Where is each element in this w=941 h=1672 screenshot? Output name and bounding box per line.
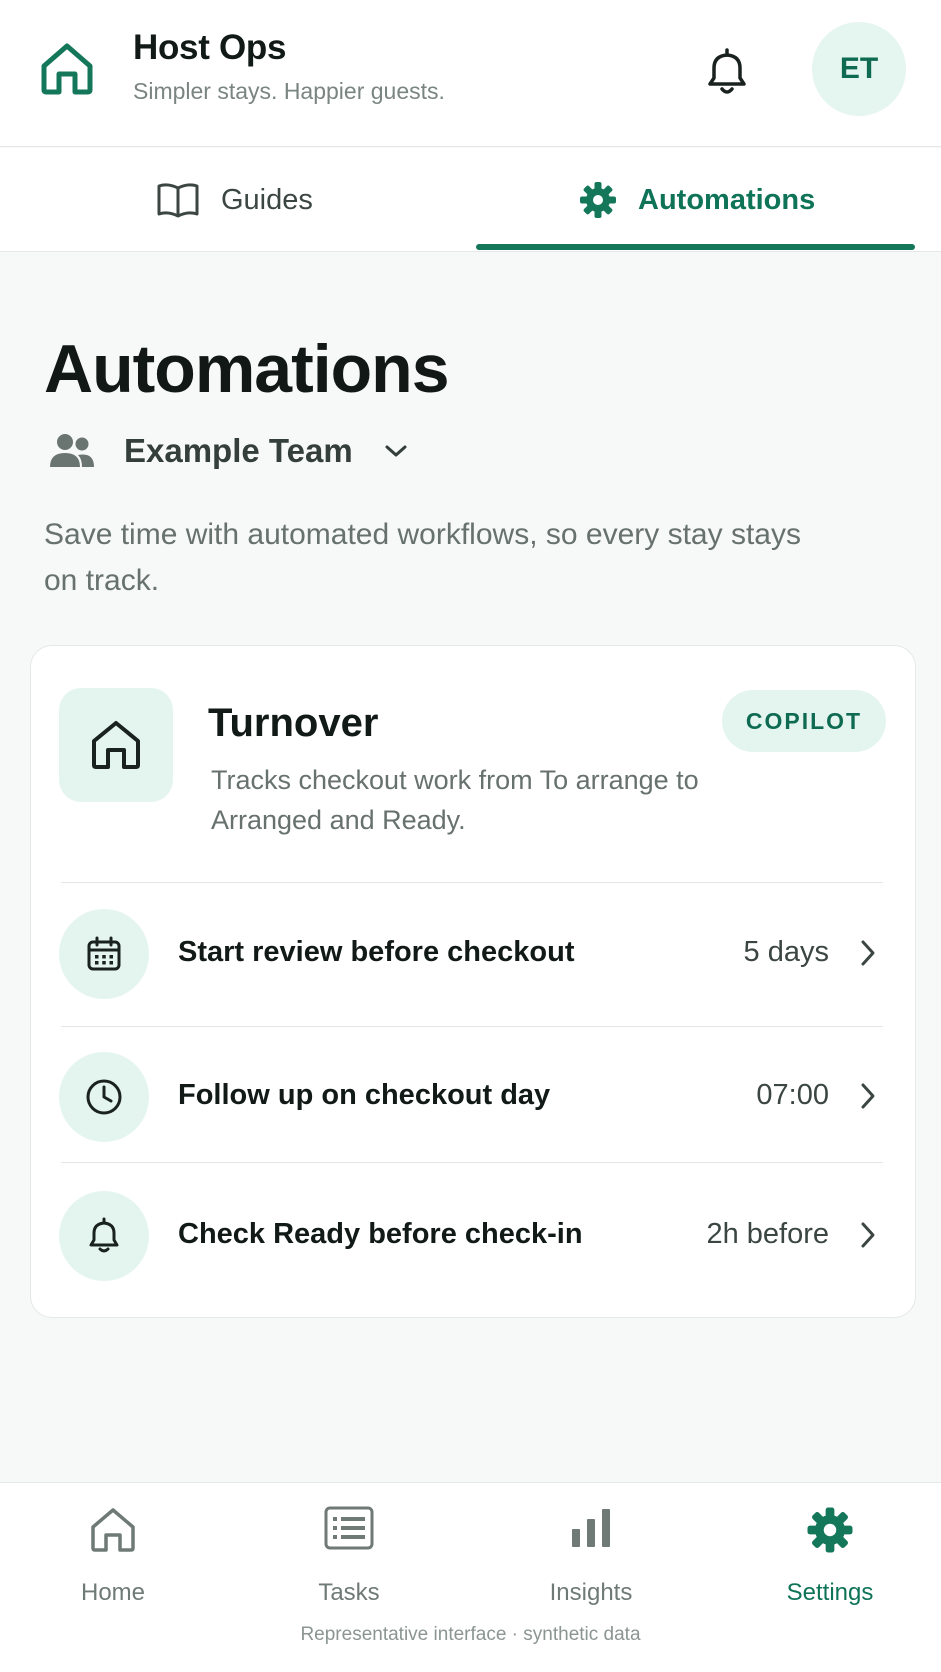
- row-icon-tile: [59, 1052, 149, 1142]
- bell-icon: [89, 1217, 119, 1253]
- row-value: 5 days: [743, 936, 829, 968]
- nav-home[interactable]: Home: [13, 1483, 213, 1606]
- page-title: Automations: [44, 331, 450, 407]
- book-icon: [157, 183, 199, 218]
- nav-settings[interactable]: Settings: [730, 1483, 930, 1606]
- footnote: Representative interface · synthetic dat…: [300, 1624, 641, 1645]
- chevron-right-icon: [861, 940, 875, 966]
- divider: [61, 882, 883, 883]
- tab-guides[interactable]: Guides: [155, 148, 313, 252]
- house-icon: [92, 721, 140, 769]
- team-name: Example Team: [124, 432, 353, 469]
- chevron-down-icon: [385, 445, 407, 457]
- avatar[interactable]: ET: [812, 22, 906, 116]
- nav-label: Settings: [786, 1579, 874, 1606]
- nav-tasks[interactable]: Tasks: [249, 1483, 449, 1606]
- row-value: 07:00: [756, 1079, 829, 1111]
- automation-card-turnover[interactable]: Turnover Tracks checkout work from To ar…: [30, 645, 916, 1318]
- team-selector[interactable]: Example Team: [48, 426, 409, 476]
- automation-row-check-ready[interactable]: Check Ready before check-in 2h before: [31, 1166, 915, 1306]
- people-icon: [50, 434, 94, 467]
- chevron-right-icon: [861, 1083, 875, 1109]
- tab-guides-label: Guides: [221, 183, 313, 216]
- active-tab-indicator: [476, 244, 915, 250]
- house-icon: [91, 1508, 135, 1552]
- row-icon-tile: [59, 909, 149, 999]
- row-label: Check Ready before check-in: [178, 1218, 583, 1250]
- divider: [61, 1162, 883, 1163]
- automation-row-follow-up[interactable]: Follow up on checkout day 07:00: [31, 1027, 915, 1167]
- house-icon[interactable]: [38, 40, 96, 98]
- row-label: Follow up on checkout day: [178, 1079, 551, 1111]
- bell-icon[interactable]: [700, 44, 754, 100]
- automation-row-start-review[interactable]: Start review before checkout 5 days: [31, 884, 915, 1024]
- card-icon-tile: [59, 688, 173, 802]
- app-subtitle: Simpler stays. Happier guests.: [133, 78, 445, 104]
- nav-label: Insights: [549, 1579, 633, 1606]
- nav-label: Home: [80, 1579, 146, 1606]
- gear-icon: [580, 182, 616, 218]
- copilot-badge: COPILOT: [722, 690, 886, 752]
- row-label: Start review before checkout: [178, 936, 575, 968]
- row-icon-tile: [59, 1191, 149, 1281]
- tab-automations[interactable]: Automations: [578, 148, 815, 252]
- list-icon: [324, 1506, 374, 1550]
- bar-chart-icon: [572, 1509, 610, 1547]
- card-title: Turnover: [208, 701, 379, 745]
- tab-automations-label: Automations: [638, 183, 816, 216]
- row-value: 2h before: [706, 1218, 829, 1250]
- calendar-icon: [87, 936, 121, 971]
- app-header: Host Ops Simpler stays. Happier guests. …: [0, 0, 941, 147]
- nav-label: Tasks: [318, 1579, 380, 1606]
- tab-bar: Guides Automations: [0, 148, 941, 252]
- card-description: Tracks checkout work from To arrange to …: [211, 765, 699, 835]
- page-description: Save time with automated workflows, so e…: [44, 518, 801, 597]
- nav-insights[interactable]: Insights: [491, 1483, 691, 1606]
- app-title: Host Ops: [133, 28, 287, 67]
- chevron-right-icon: [861, 1222, 875, 1248]
- gear-icon: [807, 1507, 853, 1553]
- clock-icon: [86, 1079, 122, 1115]
